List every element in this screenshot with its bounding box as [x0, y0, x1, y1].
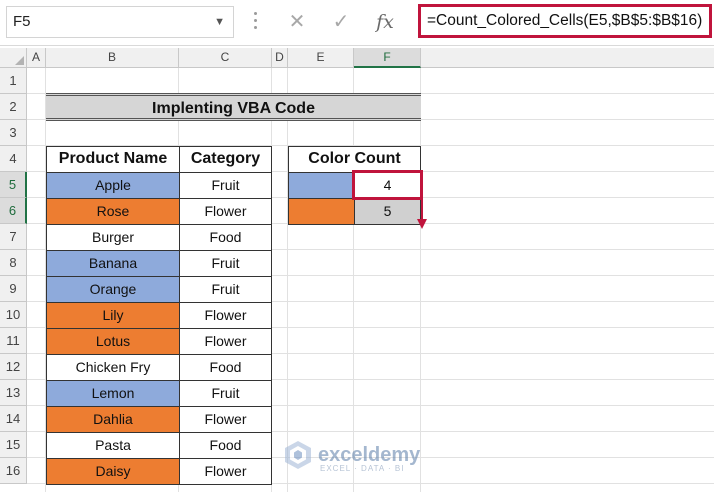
- name-box-value: F5: [13, 13, 31, 30]
- product-name-cell[interactable]: Lemon: [46, 380, 180, 407]
- insert-function-icon[interactable]: fx: [370, 6, 400, 38]
- row-header-7[interactable]: 7: [0, 224, 27, 250]
- chevron-down-icon[interactable]: ▼: [214, 7, 225, 37]
- row-header-13[interactable]: 13: [0, 380, 27, 406]
- more-options-icon[interactable]: [248, 8, 262, 36]
- product-name-cell[interactable]: Daisy: [46, 458, 180, 485]
- row-header-8[interactable]: 8: [0, 250, 27, 276]
- category-cell[interactable]: Food: [179, 224, 272, 251]
- product-name-cell[interactable]: Apple: [46, 172, 180, 199]
- category-cell[interactable]: Food: [179, 354, 272, 381]
- category-cell[interactable]: Fruit: [179, 250, 272, 277]
- column-header-b[interactable]: B: [46, 48, 179, 68]
- row-header-2[interactable]: 2: [0, 94, 27, 120]
- watermark-tagline: EXCEL · DATA · BI: [320, 464, 405, 473]
- active-cell-highlight: [352, 170, 423, 200]
- product-name-cell[interactable]: Banana: [46, 250, 180, 277]
- product-name-cell[interactable]: Burger: [46, 224, 180, 251]
- product-name-cell[interactable]: Dahlia: [46, 406, 180, 433]
- product-name-cell[interactable]: Chicken Fry: [46, 354, 180, 381]
- row-header-15[interactable]: 15: [0, 432, 27, 458]
- fill-arrow: [421, 198, 423, 220]
- row-header-14[interactable]: 14: [0, 406, 27, 432]
- count-cell[interactable]: 5: [354, 198, 421, 225]
- arrow-down-icon: [417, 219, 427, 229]
- formula-input[interactable]: =Count_Colored_Cells(E5,$B$5:$B$16): [418, 4, 712, 38]
- product-name-cell[interactable]: Lily: [46, 302, 180, 329]
- sheet-title[interactable]: Implenting VBA Code: [46, 93, 421, 121]
- row-header-5[interactable]: 5: [0, 172, 27, 198]
- row-header-12[interactable]: 12: [0, 354, 27, 380]
- color-swatch-cell[interactable]: [288, 172, 355, 199]
- cancel-icon[interactable]: ✕: [282, 6, 312, 38]
- column-header-f[interactable]: F: [354, 48, 421, 68]
- color-swatch-cell[interactable]: [288, 198, 355, 225]
- category-cell[interactable]: Flower: [179, 406, 272, 433]
- category-cell[interactable]: Flower: [179, 328, 272, 355]
- column-header-c[interactable]: C: [179, 48, 272, 68]
- category-cell[interactable]: Flower: [179, 198, 272, 225]
- product-name-cell[interactable]: Lotus: [46, 328, 180, 355]
- name-box[interactable]: F5 ▼: [6, 6, 234, 38]
- header-category[interactable]: Category: [179, 146, 272, 173]
- row-header-10[interactable]: 10: [0, 302, 27, 328]
- row-header-11[interactable]: 11: [0, 328, 27, 354]
- watermark-logo: exceldemy EXCEL · DATA · BI: [284, 440, 434, 476]
- row-header-4[interactable]: 4: [0, 146, 27, 172]
- row-header-6[interactable]: 6: [0, 198, 27, 224]
- category-cell[interactable]: Food: [179, 432, 272, 459]
- column-header-empty: [421, 48, 714, 68]
- product-name-cell[interactable]: Rose: [46, 198, 180, 225]
- row-header-16[interactable]: 16: [0, 458, 27, 484]
- product-name-cell[interactable]: Pasta: [46, 432, 180, 459]
- category-cell[interactable]: Flower: [179, 302, 272, 329]
- row-header-3[interactable]: 3: [0, 120, 27, 146]
- select-all-button[interactable]: [0, 48, 27, 68]
- divider: [0, 45, 714, 46]
- exceldemy-logo-icon: [285, 441, 311, 469]
- row-header-9[interactable]: 9: [0, 276, 27, 302]
- row-header-1[interactable]: 1: [0, 68, 27, 94]
- header-color-count[interactable]: Color Count: [288, 146, 421, 173]
- category-cell[interactable]: Fruit: [179, 172, 272, 199]
- enter-icon[interactable]: ✓: [326, 6, 356, 38]
- column-header-e[interactable]: E: [288, 48, 354, 68]
- category-cell[interactable]: Fruit: [179, 380, 272, 407]
- column-header-a[interactable]: A: [27, 48, 46, 68]
- header-product-name[interactable]: Product Name: [46, 146, 180, 173]
- category-cell[interactable]: Fruit: [179, 276, 272, 303]
- formula-bar: F5 ▼ ✕ ✓ fx =Count_Colored_Cells(E5,$B$5…: [0, 0, 714, 46]
- product-name-cell[interactable]: Orange: [46, 276, 180, 303]
- category-cell[interactable]: Flower: [179, 458, 272, 485]
- column-header-d[interactable]: D: [272, 48, 288, 68]
